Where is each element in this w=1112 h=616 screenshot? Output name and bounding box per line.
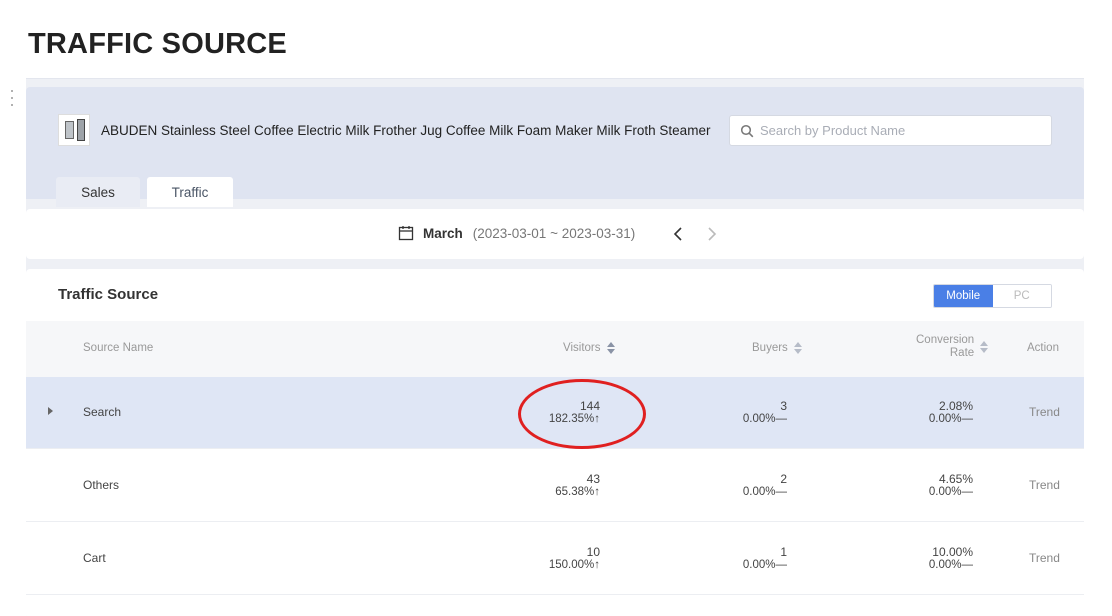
calendar-icon[interactable] [398, 225, 414, 241]
column-header-conversion[interactable]: Conversion Rate [916, 334, 989, 360]
conversion-cell: 2.08% 0.00%— [928, 399, 973, 426]
sort-icon[interactable] [606, 341, 616, 355]
visitors-cell: 43 65.38%↑ [555, 472, 600, 499]
sort-icon[interactable] [979, 340, 989, 354]
tab-sales[interactable]: Sales [56, 177, 140, 207]
device-toggle: Mobile PC [933, 284, 1052, 308]
expand-arrow-icon[interactable] [48, 407, 53, 415]
table-row[interactable]: Cart 10 150.00%↑ 1 0.00%— 10.00% 0.00%— … [26, 523, 1084, 595]
trend-link[interactable]: Trend [1029, 405, 1060, 419]
conversion-cell: 10.00% 0.00%— [928, 545, 973, 572]
column-header-visitors[interactable]: Visitors [563, 341, 616, 355]
source-name: Others [83, 478, 120, 492]
toggle-pc[interactable]: PC [992, 285, 1051, 307]
next-month-button[interactable] [702, 223, 722, 245]
tab-traffic[interactable]: Traffic [147, 177, 233, 207]
visitors-cell: 144 182.35%↑ [548, 399, 600, 426]
trend-link[interactable]: Trend [1029, 478, 1060, 492]
month-label[interactable]: March [423, 226, 463, 241]
date-selector-bar: March (2023-03-01 ~ 2023-03-31) [26, 209, 1084, 259]
toggle-mobile[interactable]: Mobile [934, 285, 993, 307]
table-row[interactable]: Others 43 65.38%↑ 2 0.00%— 4.65% 0.00%— … [26, 450, 1084, 522]
trend-link[interactable]: Trend [1029, 551, 1060, 565]
section-title: Traffic Source [58, 286, 159, 303]
page-title: TRAFFIC SOURCE [28, 28, 287, 60]
visitors-cell: 10 150.00%↑ [548, 545, 600, 572]
buyers-cell: 1 0.00%— [742, 545, 787, 572]
source-name: Cart [83, 551, 106, 565]
product-search-input[interactable] [760, 123, 1040, 138]
buyers-cell: 2 0.00%— [742, 472, 787, 499]
table-header: Source Name Visitors Buyers Conversion R… [26, 321, 1084, 377]
previous-month-button[interactable] [669, 223, 689, 245]
product-search-box[interactable] [729, 115, 1052, 146]
product-name: ABUDEN Stainless Steel Coffee Electric M… [101, 123, 711, 138]
conversion-cell: 4.65% 0.00%— [928, 472, 973, 499]
product-thumbnail [58, 114, 90, 146]
source-name: Search [83, 405, 122, 419]
column-header-source: Source Name [83, 342, 154, 354]
column-header-action: Action [1027, 342, 1059, 354]
search-icon [740, 124, 754, 137]
date-range: (2023-03-01 ~ 2023-03-31) [472, 225, 636, 241]
drag-handle-icon[interactable] [11, 90, 15, 106]
column-header-buyers[interactable]: Buyers [752, 341, 803, 355]
table-row[interactable]: Search 144 182.35%↑ 3 0.00%— 2.08% 0.00%… [26, 377, 1084, 449]
buyers-cell: 3 0.00%— [742, 399, 787, 426]
sort-icon[interactable] [793, 341, 803, 355]
traffic-panel: ABUDEN Stainless Steel Coffee Electric M… [26, 78, 1084, 616]
product-header: ABUDEN Stainless Steel Coffee Electric M… [26, 87, 1084, 207]
traffic-source-card: Traffic Source Mobile PC Source Name Vis… [26, 269, 1084, 616]
